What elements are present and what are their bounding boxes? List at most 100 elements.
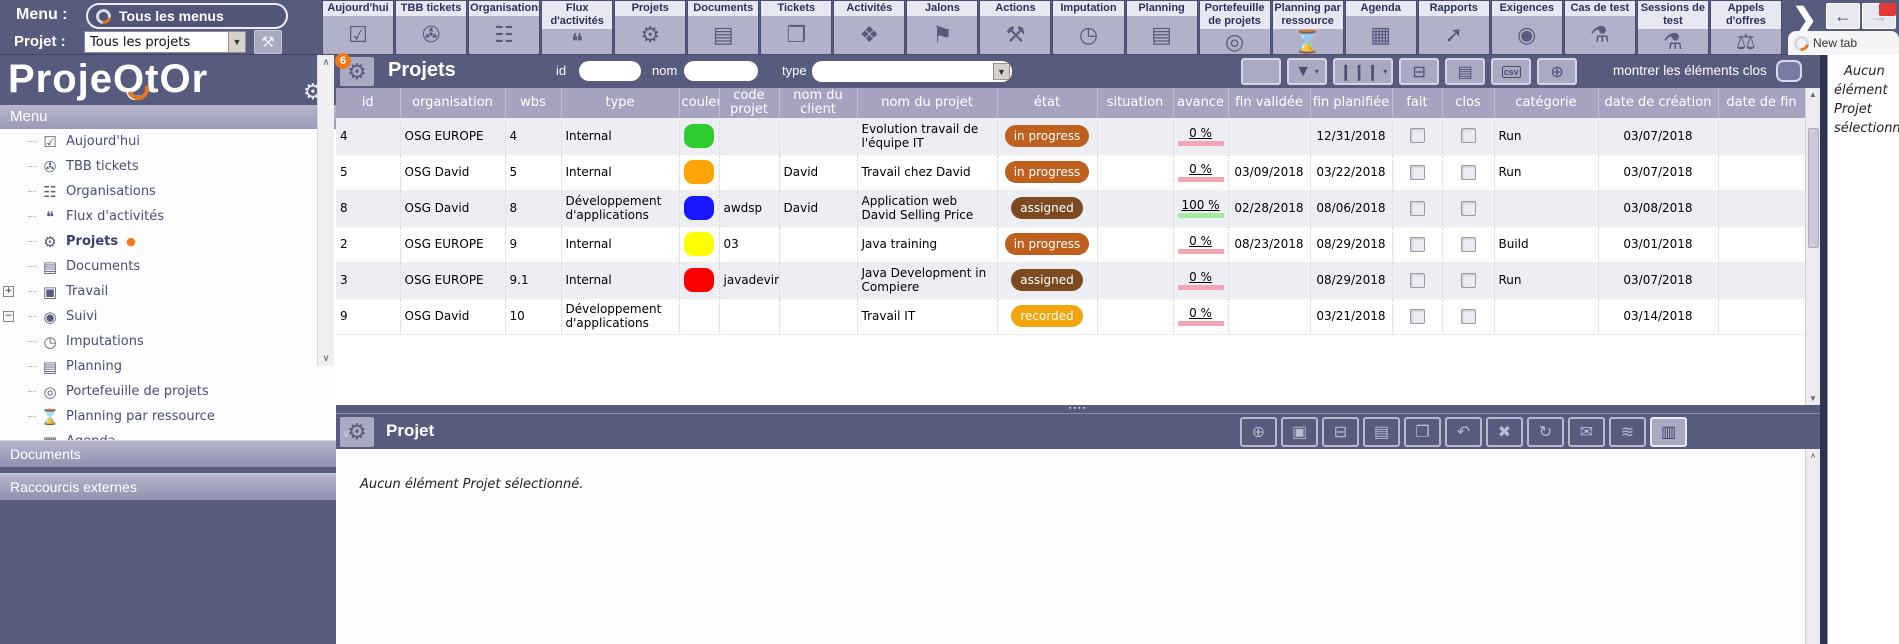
table-scrollbar[interactable]: ▲ ▼ [1805, 88, 1820, 405]
add-document-icon[interactable]: ⊕ [1240, 417, 1277, 447]
menu-gear-icon[interactable]: ⚙ 6 [340, 57, 374, 86]
column-header[interactable]: type [561, 88, 679, 118]
tree-expander[interactable]: − [3, 311, 14, 322]
toolbar-rapports[interactable]: Rapports ➚ [1418, 0, 1490, 55]
chevron-down-icon[interactable]: ▼ [993, 63, 1010, 80]
toolbar-appels-d-offres[interactable]: Appels d'offres ⚖ [1710, 0, 1782, 55]
project-select[interactable]: Tous les projets ▼ [84, 31, 246, 53]
toolbar-documents[interactable]: Documents ▤ [687, 0, 759, 55]
mail-icon[interactable]: ✉ [1568, 417, 1605, 447]
table-row[interactable]: 5 OSG David 5 Internal David Travail che… [336, 154, 1805, 190]
add-document-icon[interactable]: ⊕ ▾ [1537, 58, 1577, 85]
column-header[interactable]: catégorie [1494, 88, 1598, 118]
column-header[interactable]: état [997, 88, 1097, 118]
scroll-up-icon[interactable]: ∧ [1806, 451, 1820, 460]
column-header[interactable]: wbs [505, 88, 561, 118]
column-header[interactable]: couleur [679, 88, 719, 118]
tree-expander[interactable]: + [3, 286, 14, 297]
new-tab[interactable]: New tab [1788, 31, 1899, 55]
column-header[interactable]: clos [1442, 88, 1494, 118]
rss-icon[interactable]: ≋ [1609, 417, 1646, 447]
detail-scrollbar[interactable]: ∧ [1805, 449, 1820, 644]
toolbar-actions[interactable]: Actions ⚒ [979, 0, 1051, 55]
toolbar-sessions-de-test[interactable]: Sessions de test ⚗ [1637, 0, 1709, 55]
sidebar-item-organisations[interactable]: ☷ Organisations [0, 179, 336, 204]
column-header[interactable]: fait [1392, 88, 1442, 118]
delete-icon[interactable]: ✖ [1486, 417, 1523, 447]
toolbar-projets[interactable]: Projets ⚙ [614, 0, 686, 55]
fait-checkbox[interactable] [1410, 237, 1425, 252]
menu-select[interactable]: Tous les menus [86, 3, 288, 29]
column-header[interactable]: avance [1173, 88, 1228, 118]
column-header[interactable]: id [336, 88, 400, 118]
column-header[interactable]: fin validée [1228, 88, 1310, 118]
clos-checkbox[interactable] [1461, 201, 1476, 216]
filter-nom-input[interactable] [684, 61, 758, 81]
chevron-down-icon[interactable]: ▼ [228, 32, 245, 52]
copy-icon[interactable]: ❐ [1404, 417, 1441, 447]
column-header[interactable]: code projet [719, 88, 779, 118]
fait-checkbox[interactable] [1410, 128, 1425, 143]
column-header[interactable]: date de création [1598, 88, 1718, 118]
filter-type-select[interactable]: ▼ [812, 61, 1012, 82]
scrollbar-thumb[interactable] [1808, 128, 1819, 248]
fait-checkbox[interactable] [1410, 201, 1425, 216]
sidebar-item-agenda[interactable]: ▦ Agenda [0, 429, 336, 440]
pdf-icon[interactable]: ▤ [1363, 417, 1400, 447]
sidebar-item-planning-par-ressource[interactable]: ⌛ Planning par ressource [0, 404, 336, 429]
clos-checkbox[interactable] [1461, 165, 1476, 180]
sidebar-item-tbb-tickets[interactable]: ✇ TBB tickets [0, 154, 336, 179]
sidebar-scrollbar[interactable]: ∧ ∨ [317, 55, 334, 366]
toolbar-jalons[interactable]: Jalons ⚑ [906, 0, 978, 55]
sidebar-item-aujourd-hui[interactable]: ☑ Aujourd'hui [0, 129, 336, 154]
table-row[interactable]: 8 OSG David 8 Développement d'applicatio… [336, 190, 1805, 226]
print-icon[interactable]: ⊟ ▾ [1399, 58, 1439, 85]
scroll-down-icon[interactable]: ▼ [1806, 394, 1820, 403]
toolbar-aujourd-hui[interactable]: Aujourd'hui ☑ [322, 0, 394, 55]
fait-checkbox[interactable] [1410, 273, 1425, 288]
project-tools-button[interactable]: ⚒ [254, 30, 282, 54]
column-header[interactable]: nom du projet [857, 88, 997, 118]
sidebar-item-suivi[interactable]: − ◉ Suivi [0, 304, 336, 329]
search-icon[interactable]: ▾ [1241, 58, 1281, 85]
fait-checkbox[interactable] [1410, 165, 1425, 180]
sidebar-item-flux-activites[interactable]: ❝ Flux d'activités [0, 204, 336, 229]
column-header[interactable]: organisation [400, 88, 505, 118]
back-button[interactable]: ← [1826, 3, 1860, 29]
scroll-down-icon[interactable]: ∨ [318, 353, 334, 364]
sidebar-item-projets[interactable]: ⚙ Projets [0, 229, 336, 254]
toolbar-planning[interactable]: Planning ▤ [1126, 0, 1198, 55]
sidebar-item-documents[interactable]: ▤ Documents [0, 254, 336, 279]
sidebar-section-documents[interactable]: Documents [0, 440, 336, 467]
sidebar-section-raccourcis-externes[interactable]: Raccourcis externes [0, 473, 336, 500]
pdf-icon[interactable]: ▤ ▾ [1445, 58, 1485, 85]
sidebar-item-travail[interactable]: + ▣ Travail [0, 279, 336, 304]
table-row[interactable]: 4 OSG EUROPE 4 Internal Evolution travai… [336, 118, 1805, 154]
sidebar-item-portefeuille-de-projets[interactable]: ◎ Portefeuille de projets [0, 379, 336, 404]
toolbar-tbb-tickets[interactable]: TBB tickets ✇ [395, 0, 467, 55]
refresh-icon[interactable]: ↻ [1527, 417, 1564, 447]
toolbar-imputation[interactable]: Imputation ◷ [1052, 0, 1124, 55]
scroll-up-icon[interactable]: ▲ [1806, 90, 1820, 99]
toolbar-cas-de-test[interactable]: Cas de test ⚗ [1564, 0, 1636, 55]
toolbar-planning-par-ressource[interactable]: Planning par ressource ⌛ [1272, 0, 1344, 55]
record-indicator-button[interactable] [1879, 3, 1896, 16]
sidebar-item-planning[interactable]: ▤ Planning [0, 354, 336, 379]
column-header[interactable]: fin planifiée [1310, 88, 1392, 118]
table-row[interactable]: 9 OSG David 10 Développement d'applicati… [336, 298, 1805, 334]
print-icon[interactable]: ⊟ [1322, 417, 1359, 447]
toolbar-organisations[interactable]: Organisations ☷ [468, 0, 540, 55]
csv-icon[interactable]: csv ▾ [1491, 58, 1531, 85]
fait-checkbox[interactable] [1410, 309, 1425, 324]
pane-splitter[interactable]: ▪▪▪▪ [336, 405, 1820, 413]
clos-checkbox[interactable] [1461, 309, 1476, 324]
undo-icon[interactable]: ↶ [1445, 417, 1482, 447]
filter-id-input[interactable] [579, 61, 641, 81]
collapse-chevron-icon[interactable]: ∨ [342, 427, 350, 440]
toolbar-exigences[interactable]: Exigences ◉ [1491, 0, 1563, 55]
table-row[interactable]: 2 OSG EUROPE 9 Internal 03 Java training… [336, 226, 1805, 262]
column-header[interactable]: situation [1097, 88, 1173, 118]
column-header[interactable]: date de fin [1718, 88, 1805, 118]
clos-checkbox[interactable] [1461, 237, 1476, 252]
toolbar-activites[interactable]: Activités ❖ [833, 0, 905, 55]
